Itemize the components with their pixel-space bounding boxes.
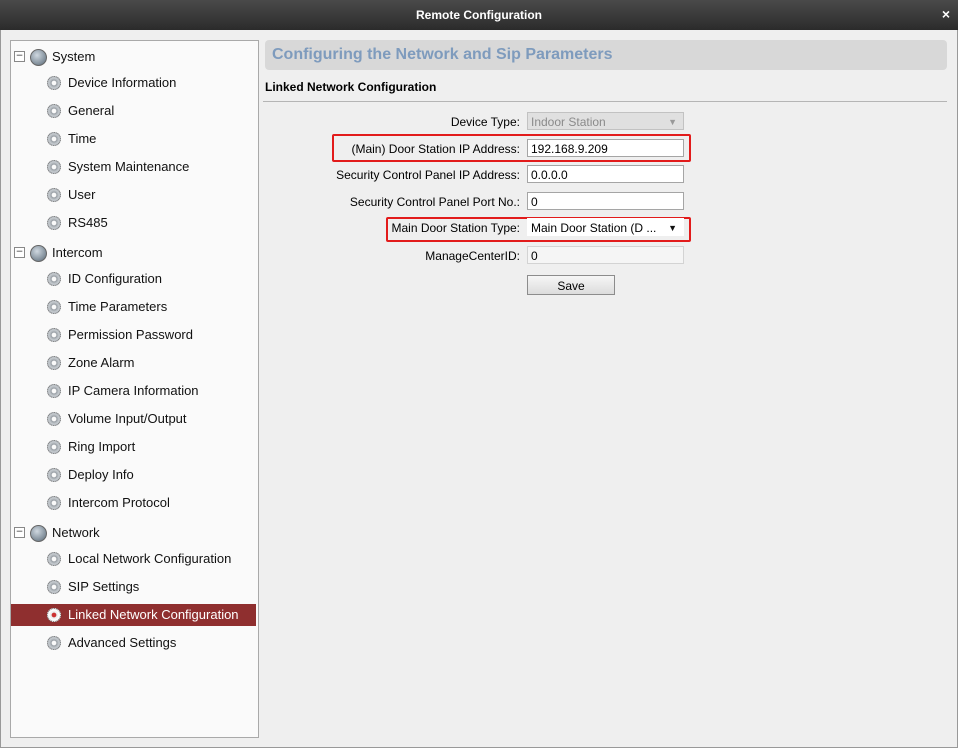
tree-item-label: ID Configuration [68, 271, 162, 286]
gear-icon [47, 216, 61, 230]
gear-icon [47, 384, 61, 398]
tree-item-label: Zone Alarm [68, 355, 135, 370]
tree-item-label: Deploy Info [68, 467, 134, 482]
tree-item-volume-input-output[interactable]: Volume Input/Output [11, 408, 256, 430]
main-door-ip-input[interactable]: 192.168.9.209 [527, 139, 684, 157]
tree-item-label: Advanced Settings [68, 635, 177, 650]
main-door-type-label: Main Door Station Type: [391, 221, 520, 235]
gear-icon [47, 552, 61, 566]
content-panel: Configuring the Network and Sip Paramete… [263, 40, 951, 736]
tree-group-label: Network [52, 525, 100, 540]
window-titlebar: Remote Configuration × [0, 0, 958, 30]
tree-item-linked-network-configuration[interactable]: Linked Network Configuration [11, 604, 256, 626]
tree-item-system-maintenance[interactable]: System Maintenance [11, 156, 256, 178]
security-port-input[interactable]: 0 [527, 192, 684, 210]
tree-group-network[interactable]: − Network [11, 522, 258, 544]
gear-icon [47, 76, 61, 90]
section-title: Linked Network Configuration [265, 80, 437, 94]
collapse-icon[interactable]: − [14, 51, 25, 62]
save-button[interactable]: Save [527, 275, 615, 295]
globe-icon [30, 49, 47, 66]
tree-item-label: General [68, 103, 115, 118]
tree-item-label: Time Parameters [68, 299, 168, 314]
page-title: Configuring the Network and Sip Paramete… [272, 46, 613, 63]
tree-item-label: Device Information [68, 75, 177, 90]
gear-icon [47, 580, 61, 594]
chevron-down-icon: ▼ [668, 223, 677, 233]
security-ip-label: Security Control Panel IP Address: [336, 168, 520, 182]
tree-item-label: Volume Input/Output [68, 411, 187, 426]
collapse-icon[interactable]: − [14, 247, 25, 258]
tree-item-label: User [68, 187, 96, 202]
tree-item-permission-password[interactable]: Permission Password [11, 324, 256, 346]
tree-group-label: Intercom [52, 245, 103, 260]
tree-item-label: Intercom Protocol [68, 495, 170, 510]
page-header: Configuring the Network and Sip Paramete… [265, 40, 947, 70]
gear-icon [47, 440, 61, 454]
config-tree[interactable]: − System Device Information General Time Syst… [10, 40, 259, 738]
gear-icon [47, 608, 61, 622]
tree-item-time[interactable]: Time [11, 128, 256, 150]
tree-item-general[interactable]: General [11, 100, 256, 122]
device-type-value: Indoor Station [531, 115, 606, 129]
globe-icon [30, 525, 47, 542]
gear-icon [47, 496, 61, 510]
collapse-icon[interactable]: − [14, 527, 25, 538]
tree-item-deploy-info[interactable]: Deploy Info [11, 464, 256, 486]
tree-item-label: Linked Network Configuration [68, 607, 239, 622]
tree-group-label: System [52, 49, 96, 64]
tree-item-ring-import[interactable]: Ring Import [11, 436, 256, 458]
security-port-label: Security Control Panel Port No.: [349, 195, 520, 209]
tree-item-sip-settings[interactable]: SIP Settings [11, 576, 256, 598]
manage-center-id-input[interactable]: 0 [527, 246, 684, 264]
gear-icon [47, 300, 61, 314]
gear-icon [47, 412, 61, 426]
main-door-type-select[interactable]: Main Door Station (D ... ▼ [527, 218, 684, 236]
device-type-select: Indoor Station ▼ [527, 112, 684, 130]
tree-item-rs485[interactable]: RS485 [11, 212, 256, 234]
gear-icon [47, 132, 61, 146]
tree-item-label: IP Camera Information [68, 383, 199, 398]
tree-item-label: Permission Password [68, 327, 193, 342]
globe-icon [30, 245, 47, 262]
main-door-type-value: Main Door Station (D ... [531, 221, 657, 235]
gear-icon [47, 188, 61, 202]
tree-item-intercom-protocol[interactable]: Intercom Protocol [11, 492, 256, 514]
gear-icon [47, 272, 61, 286]
gear-icon [47, 468, 61, 482]
tree-item-id-configuration[interactable]: ID Configuration [11, 268, 256, 290]
tree-group-intercom[interactable]: − Intercom [11, 242, 258, 264]
tree-item-time-parameters[interactable]: Time Parameters [11, 296, 256, 318]
tree-group-system[interactable]: − System [11, 46, 258, 68]
gear-icon [47, 104, 61, 118]
tree-item-label: RS485 [68, 215, 108, 230]
tree-item-label: Ring Import [68, 439, 136, 454]
tree-item-local-network-configuration[interactable]: Local Network Configuration [11, 548, 256, 570]
gear-icon [47, 160, 61, 174]
chevron-down-icon: ▼ [668, 117, 677, 127]
manage-center-id-label: ManageCenterID: [425, 249, 520, 263]
tree-item-device-information[interactable]: Device Information [11, 72, 256, 94]
tree-item-user[interactable]: User [11, 184, 256, 206]
security-ip-input[interactable]: 0.0.0.0 [527, 165, 684, 183]
close-icon[interactable]: × [942, 6, 950, 22]
tree-item-label: Local Network Configuration [68, 551, 232, 566]
gear-icon [47, 356, 61, 370]
tree-item-label: System Maintenance [68, 159, 190, 174]
main-door-ip-label: (Main) Door Station IP Address: [351, 142, 520, 156]
tree-item-label: SIP Settings [68, 579, 140, 594]
window-title: Remote Configuration [416, 8, 542, 22]
device-type-label: Device Type: [450, 115, 520, 129]
tree-item-label: Time [68, 131, 97, 146]
section-divider [263, 101, 947, 102]
tree-item-ip-camera-information[interactable]: IP Camera Information [11, 380, 256, 402]
tree-item-zone-alarm[interactable]: Zone Alarm [11, 352, 256, 374]
gear-icon [47, 636, 61, 650]
tree-item-advanced-settings[interactable]: Advanced Settings [11, 632, 256, 654]
gear-icon [47, 328, 61, 342]
